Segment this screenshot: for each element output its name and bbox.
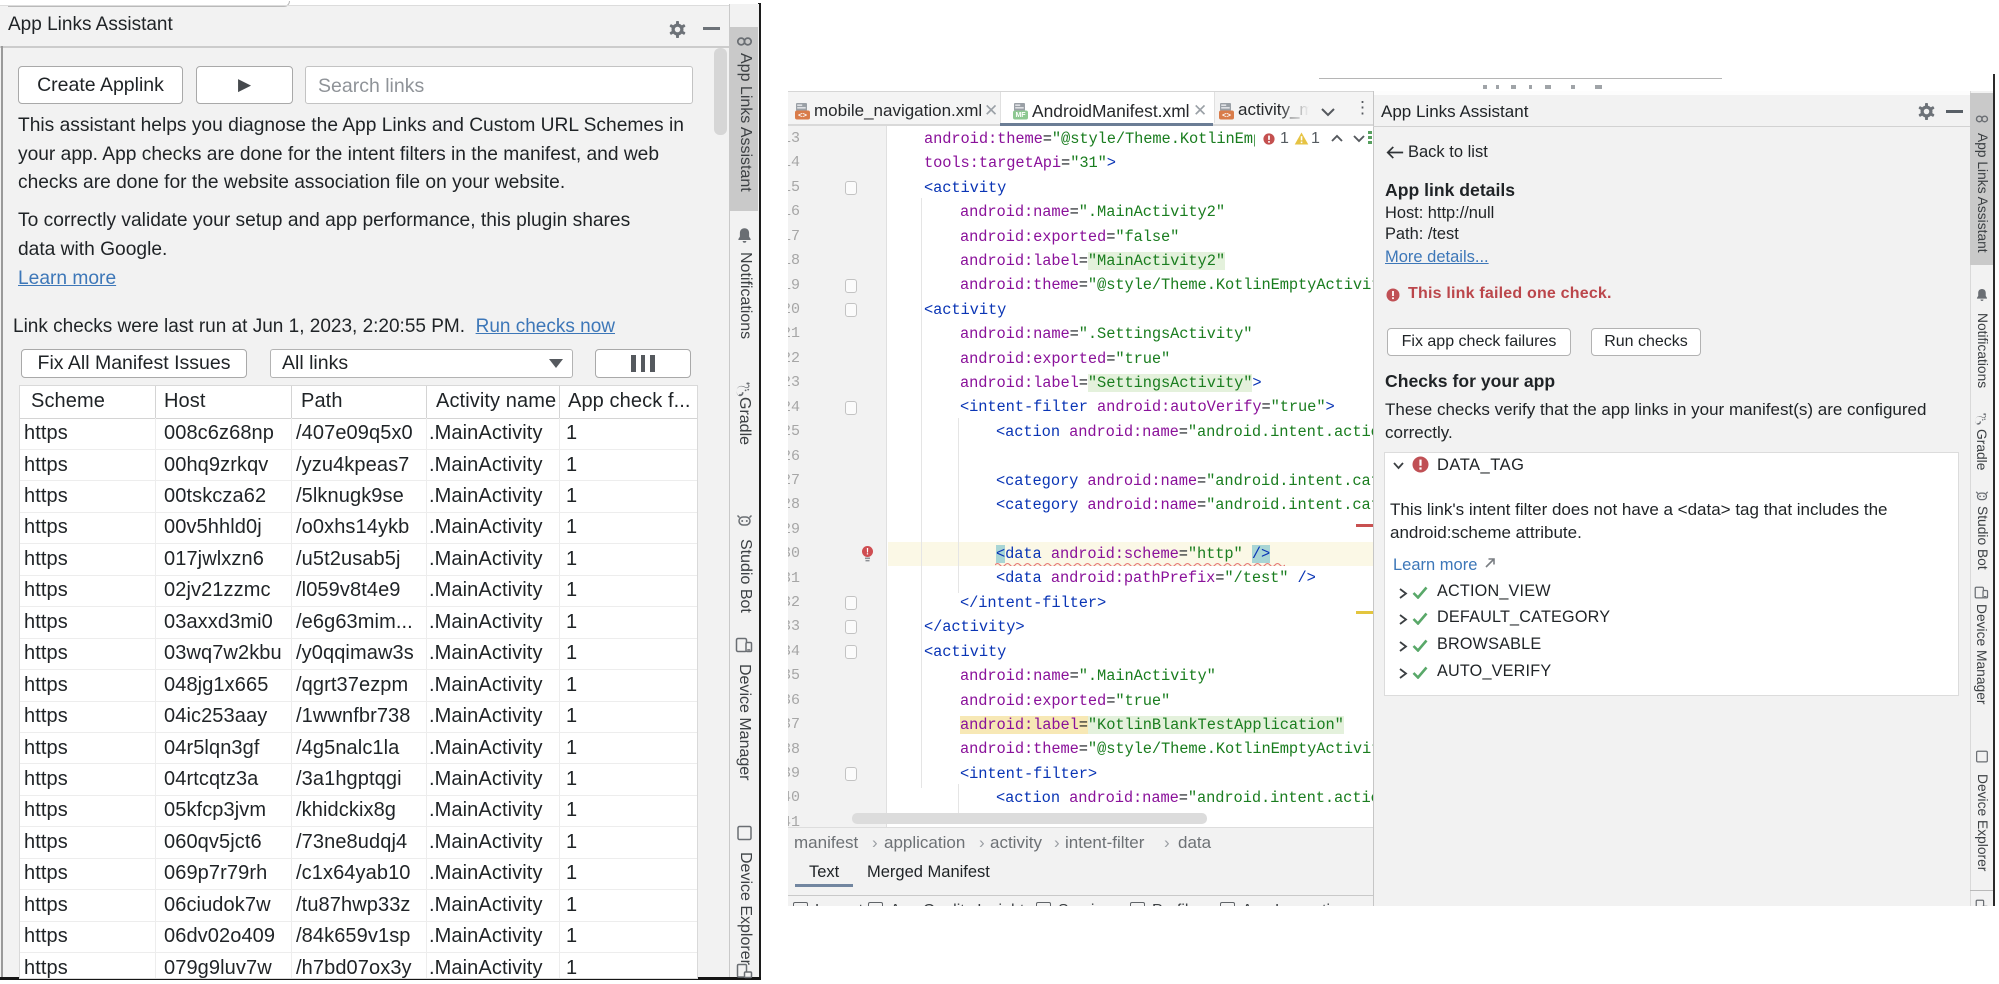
svg-text:MF: MF	[1015, 112, 1026, 119]
svg-text:<>: <>	[798, 110, 807, 119]
svg-text:!: !	[866, 547, 869, 557]
svg-text:<>: <>	[1222, 110, 1231, 119]
